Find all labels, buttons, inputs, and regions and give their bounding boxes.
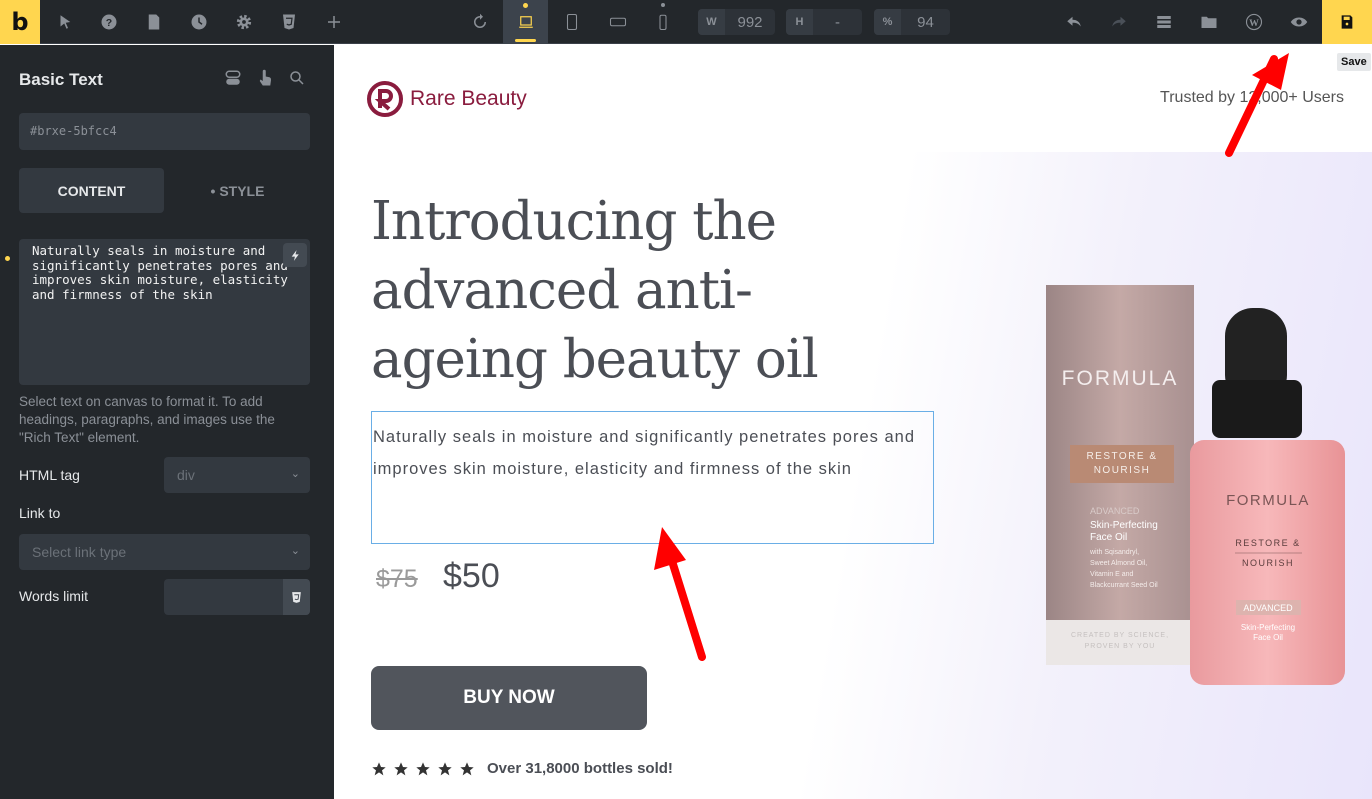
star-icon — [372, 762, 386, 776]
svg-text:Skin-Perfecting: Skin-Perfecting — [1241, 623, 1295, 632]
width-input[interactable]: W 992 — [698, 9, 775, 35]
css-icon[interactable] — [269, 0, 309, 44]
svg-text:CREATED BY SCIENCE,: CREATED BY SCIENCE, — [1071, 632, 1169, 639]
tab-content[interactable]: CONTENT — [19, 168, 164, 213]
svg-text:Blackcurrant Seed Oil: Blackcurrant Seed Oil — [1090, 582, 1158, 589]
star-icon — [394, 762, 408, 776]
page-icon[interactable] — [134, 0, 174, 44]
modified-indicator — [5, 256, 10, 261]
star-icon — [438, 762, 452, 776]
svg-text:Skin-Perfecting: Skin-Perfecting — [1090, 520, 1158, 531]
hero-heading[interactable]: Introducing the advanced anti-ageing bea… — [371, 187, 891, 394]
save-button[interactable] — [1322, 0, 1372, 44]
svg-text:PROVEN BY YOU: PROVEN BY YOU — [1085, 643, 1156, 650]
link-to-label: Link to — [19, 505, 61, 521]
html-tag-value: div — [177, 467, 195, 483]
bricks-logo[interactable]: b — [0, 0, 40, 44]
wordpress-icon[interactable]: W — [1234, 0, 1274, 44]
page-canvas: Rare Beauty Trusted by 12,000+ Users Int… — [334, 45, 1372, 799]
svg-text:W: W — [1249, 18, 1259, 29]
svg-text:Sweet Almond Oil,: Sweet Almond Oil, — [1090, 560, 1147, 567]
link-type-placeholder: Select link type — [32, 544, 127, 560]
svg-text:RESTORE &: RESTORE & — [1086, 451, 1157, 462]
price: $50 — [443, 557, 500, 595]
svg-text:Vitamin E and: Vitamin E and — [1090, 571, 1134, 578]
preview-eye-icon[interactable] — [1279, 0, 1319, 44]
device-mobile-button[interactable] — [643, 0, 683, 44]
old-price: $75 — [376, 565, 418, 593]
brand-logo[interactable]: Rare Beauty — [366, 80, 527, 118]
search-icon[interactable] — [288, 69, 306, 87]
lightning-icon — [291, 249, 299, 261]
pointer-icon[interactable] — [45, 0, 85, 44]
trusted-text: Trusted by 12,000+ Users — [1160, 89, 1344, 106]
sold-count: Over 31,8000 bottles sold! — [487, 760, 673, 777]
zoom-input[interactable]: % 94 — [874, 9, 950, 35]
element-panel: Basic Text #brxe-5bfcc4 CONTENT • STYLE … — [0, 45, 334, 799]
reload-icon[interactable] — [460, 0, 500, 44]
brand-name: Rare Beauty — [410, 87, 527, 110]
words-limit-input[interactable] — [164, 579, 310, 615]
help-icon[interactable]: ? — [89, 0, 129, 44]
css-icon[interactable] — [283, 579, 310, 615]
words-limit-label: Words limit — [19, 588, 88, 604]
svg-text:ADVANCED: ADVANCED — [1243, 603, 1293, 613]
panel-title: Basic Text — [19, 70, 103, 89]
folder-icon[interactable] — [1189, 0, 1229, 44]
link-type-select[interactable]: Select link type ⌄ — [19, 534, 310, 570]
svg-text:NOURISH: NOURISH — [1242, 558, 1294, 568]
rating-stars — [371, 761, 475, 777]
svg-text:RESTORE &: RESTORE & — [1235, 538, 1300, 548]
save-tooltip: Save — [1337, 53, 1371, 71]
save-icon — [1341, 15, 1353, 29]
tab-style[interactable]: • STYLE — [165, 168, 310, 213]
svg-text:?: ? — [106, 17, 112, 29]
undo-icon[interactable] — [1054, 0, 1094, 44]
interaction-hand-icon[interactable] — [256, 69, 274, 87]
help-text: Select text on canvas to format it. To a… — [19, 394, 275, 445]
buy-now-button[interactable]: BUY NOW — [371, 666, 647, 730]
history-icon[interactable] — [179, 0, 219, 44]
dynamic-data-button[interactable] — [283, 243, 307, 267]
svg-text:NOURISH: NOURISH — [1094, 465, 1151, 476]
text-content-textarea[interactable]: Naturally seals in moisture and signific… — [19, 239, 310, 385]
html-tag-label: HTML tag — [19, 467, 80, 483]
device-tablet-portrait-button[interactable] — [552, 0, 592, 44]
add-icon[interactable] — [314, 0, 354, 44]
toolbar: b ? W 992 H- % 94 W — [0, 0, 1372, 44]
svg-text:Face Oil: Face Oil — [1090, 532, 1127, 543]
product-image[interactable]: FORMULA RESTORE & NOURISH ADVANCED Skin-… — [1040, 280, 1350, 690]
device-laptop-button[interactable] — [503, 0, 548, 44]
device-tablet-landscape-button[interactable] — [598, 0, 638, 44]
settings-gear-icon[interactable] — [224, 0, 264, 44]
svg-text:Face Oil: Face Oil — [1253, 633, 1283, 642]
svg-text:FORMULA: FORMULA — [1062, 367, 1179, 390]
svg-text:ADVANCED: ADVANCED — [1090, 506, 1140, 516]
chevron-down-icon: ⌄ — [290, 545, 300, 557]
element-id-field[interactable]: #brxe-5bfcc4 — [19, 113, 310, 150]
chevron-down-icon: ⌄ — [290, 468, 300, 480]
star-icon — [416, 762, 430, 776]
basic-text-element[interactable]: Naturally seals in moisture and signific… — [371, 411, 934, 544]
star-icon — [460, 762, 474, 776]
toggle-icon[interactable] — [224, 69, 242, 87]
svg-text:FORMULA: FORMULA — [1226, 492, 1310, 509]
svg-text:with Sqisandryl,: with Sqisandryl, — [1089, 549, 1139, 556]
html-tag-select[interactable]: div ⌄ — [164, 457, 310, 493]
redo-icon[interactable] — [1099, 0, 1139, 44]
structure-icon[interactable] — [1144, 0, 1184, 44]
height-input[interactable]: H- — [786, 9, 862, 35]
rare-beauty-logo-icon — [367, 81, 403, 117]
